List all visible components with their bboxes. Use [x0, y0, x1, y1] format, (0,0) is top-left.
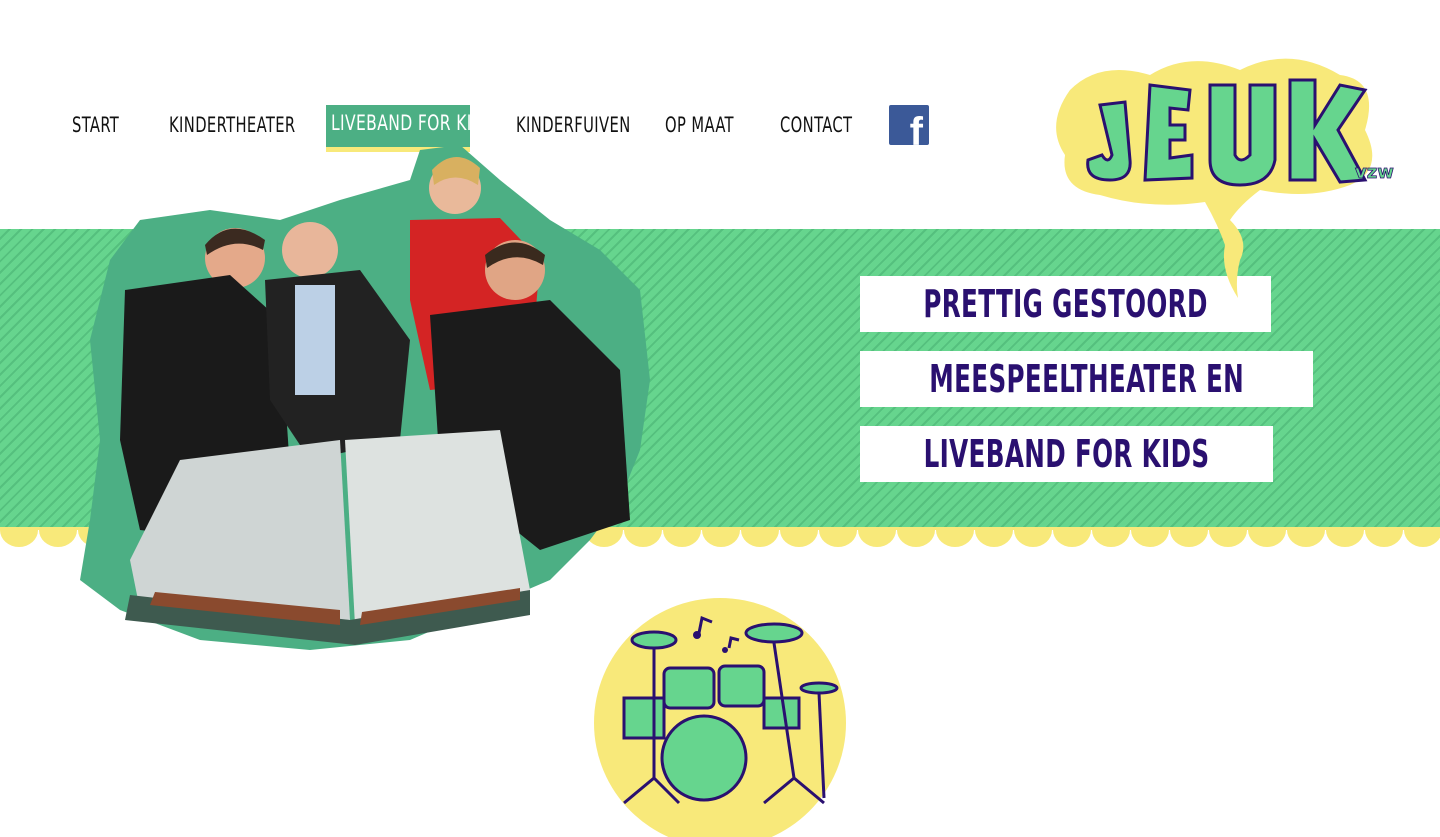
nav-start[interactable]: START [72, 113, 119, 137]
facebook-icon[interactable]: f [889, 105, 929, 145]
slogan: PRETTIG GESTOORD MEESPEELTHEATER EN LIVE… [860, 276, 1314, 501]
nav-kinderfuiven[interactable]: KINDERFUIVEN [516, 113, 631, 137]
slogan-line-2: MEESPEELTHEATER EN [860, 351, 1314, 407]
nav-contact[interactable]: CONTACT [780, 113, 852, 137]
slogan-line-3: LIVEBAND FOR KIDS [860, 426, 1274, 482]
logo-suffix: vzw [1355, 162, 1394, 183]
nav-liveband-label: LIVEBAND FOR KIDS [331, 111, 495, 135]
drum-kit-icon [594, 598, 846, 837]
nav-op-maat[interactable]: OP MAAT [665, 113, 734, 137]
jeuk-logo[interactable]: vzw [1040, 30, 1410, 305]
band-photo [80, 145, 650, 650]
nav-kindertheater[interactable]: KINDERTHEATER [169, 113, 296, 137]
